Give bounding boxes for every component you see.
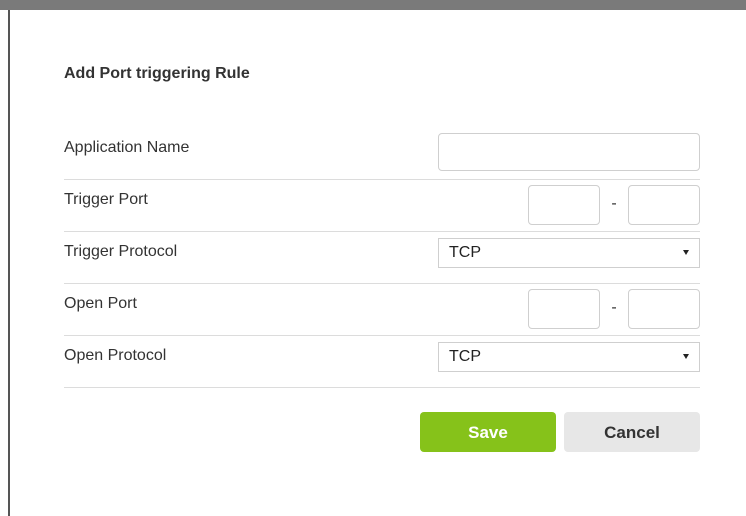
open-port-start-input[interactable] xyxy=(528,289,600,329)
trigger-protocol-select[interactable]: TCP xyxy=(438,238,700,268)
cancel-button[interactable]: Cancel xyxy=(564,412,700,452)
trigger-port-start-input[interactable] xyxy=(528,185,600,225)
chevron-down-icon xyxy=(683,354,689,359)
open-port-label: Open Port xyxy=(64,295,137,312)
dialog-actions: Save Cancel xyxy=(420,412,700,452)
trigger-port-end-input[interactable] xyxy=(628,185,700,225)
dialog-title: Add Port triggering Rule xyxy=(64,65,250,82)
application-name-input[interactable] xyxy=(438,133,700,171)
background-left-edge xyxy=(0,10,8,516)
open-protocol-selected-value: TCP xyxy=(449,348,481,365)
background-header-strip xyxy=(0,0,746,10)
application-name-label: Application Name xyxy=(64,139,190,156)
trigger-protocol-label: Trigger Protocol xyxy=(64,243,178,260)
open-protocol-label: Open Protocol xyxy=(64,347,167,364)
trigger-port-separator: - xyxy=(611,195,617,212)
open-protocol-row: Open Protocol TCP xyxy=(64,336,700,388)
save-button[interactable]: Save xyxy=(420,412,556,452)
open-port-row: Open Port - xyxy=(64,284,700,336)
trigger-protocol-selected-value: TCP xyxy=(449,244,481,261)
open-port-range: - xyxy=(528,289,700,329)
trigger-protocol-row: Trigger Protocol TCP xyxy=(64,232,700,284)
open-port-separator: - xyxy=(611,299,617,316)
chevron-down-icon xyxy=(683,250,689,255)
open-protocol-select[interactable]: TCP xyxy=(438,342,700,372)
trigger-port-range: - xyxy=(528,185,700,225)
trigger-port-label: Trigger Port xyxy=(64,191,148,208)
port-triggering-form: Application Name Trigger Port - Trigger … xyxy=(64,128,700,388)
application-name-row: Application Name xyxy=(64,128,700,180)
trigger-port-row: Trigger Port - xyxy=(64,180,700,232)
open-port-end-input[interactable] xyxy=(628,289,700,329)
